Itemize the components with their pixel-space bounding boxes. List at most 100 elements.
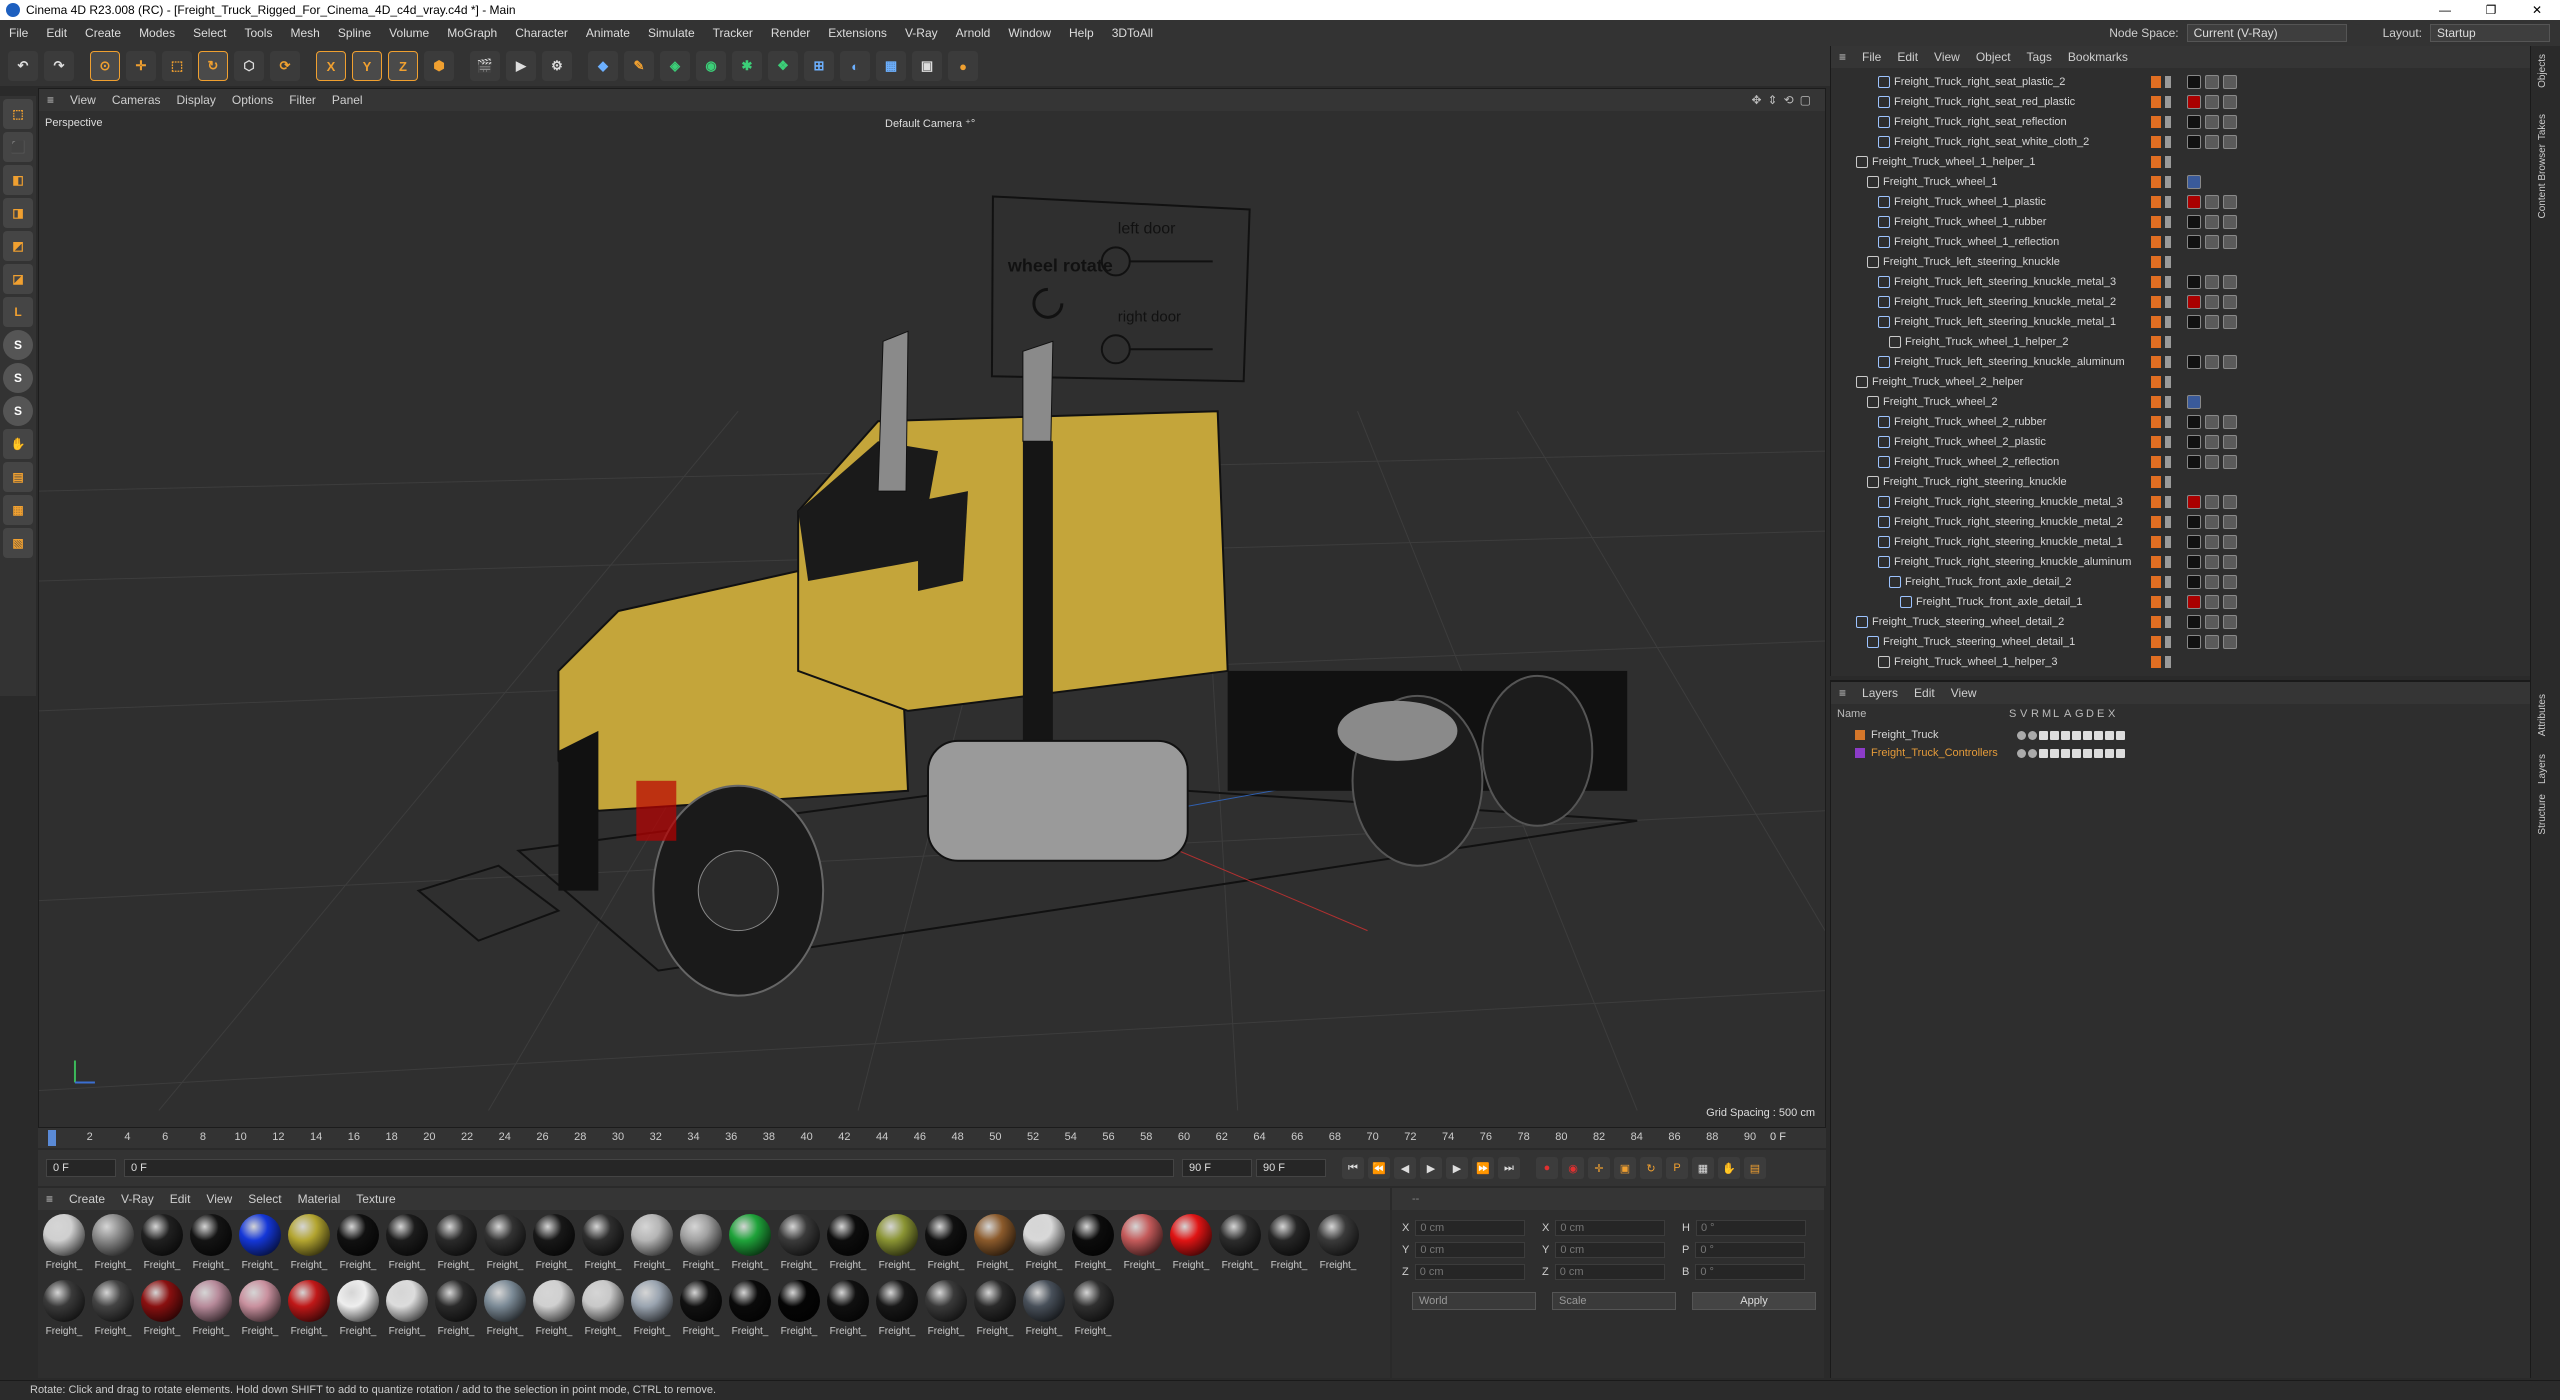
material-swatch[interactable]: Freight_ [679, 1280, 723, 1342]
visibility-dots[interactable] [2165, 656, 2171, 668]
object-row[interactable]: Freight_Truck_wheel_2_rubber [1878, 412, 2046, 432]
material-tag-icon[interactable] [2187, 555, 2201, 569]
toolbar-button-3[interactable]: ⊙ [90, 51, 120, 81]
mode-tool-12[interactable]: ▤ [3, 462, 33, 492]
viewport-menu-display[interactable]: Display [169, 93, 224, 107]
material-tag-icon[interactable] [2205, 235, 2219, 249]
material-swatch[interactable]: Freight_ [1022, 1280, 1066, 1342]
toolbar-button-21[interactable]: ❖ [768, 51, 798, 81]
visibility-dots[interactable] [2165, 596, 2171, 608]
z-size-field[interactable]: 0 cm [1554, 1264, 1665, 1280]
visibility-dots[interactable] [2165, 536, 2171, 548]
material-swatch[interactable]: Freight_ [581, 1280, 625, 1342]
layer-color-flag[interactable] [2151, 456, 2161, 468]
menu-create[interactable]: Create [76, 26, 130, 40]
material-swatch[interactable]: Freight_ [385, 1214, 429, 1276]
material-swatch[interactable]: Freight_ [973, 1280, 1017, 1342]
object-row[interactable]: Freight_Truck_left_steering_knuckle_alum… [1878, 352, 2125, 372]
play-button[interactable]: ▶ [1420, 1157, 1442, 1179]
material-swatch[interactable]: Freight_ [1071, 1280, 1115, 1342]
viewport-menu-options[interactable]: Options [224, 93, 281, 107]
object-menu-tags[interactable]: Tags [2019, 50, 2060, 64]
key-move-button[interactable]: ✛ [1588, 1157, 1610, 1179]
layer-toggle[interactable] [2028, 748, 2037, 758]
material-tag-icon[interactable] [2205, 635, 2219, 649]
visibility-dots[interactable] [2165, 516, 2171, 528]
material-swatch[interactable]: Freight_ [924, 1280, 968, 1342]
motion-button[interactable]: ✋ [1718, 1157, 1740, 1179]
object-row[interactable]: Freight_Truck_wheel_2_plastic [1878, 432, 2046, 452]
material-tag-icon[interactable] [2205, 215, 2219, 229]
toolbar-button-15[interactable]: ⚙ [542, 51, 572, 81]
object-row[interactable]: Freight_Truck_front_axle_detail_1 [1900, 592, 2083, 612]
freight-truck-model[interactable] [557, 330, 1628, 997]
toolbar-button-16[interactable]: ◆ [588, 51, 618, 81]
material-tag-icon[interactable] [2223, 495, 2237, 509]
key-rotate-button[interactable]: ↻ [1640, 1157, 1662, 1179]
mode-tool-6[interactable]: ◪ [3, 264, 33, 294]
layer-color-flag[interactable] [2151, 216, 2161, 228]
apply-button[interactable]: Apply [1692, 1292, 1816, 1310]
object-row[interactable]: Freight_Truck_right_steering_knuckle_met… [1878, 512, 2123, 532]
material-swatch[interactable]: Freight_ [385, 1280, 429, 1342]
layer-color-flag[interactable] [2151, 616, 2161, 628]
visibility-dots[interactable] [2165, 296, 2171, 308]
object-menu-object[interactable]: Object [1968, 50, 2019, 64]
menu-render[interactable]: Render [762, 26, 819, 40]
object-row[interactable]: Freight_Truck_wheel_1_helper_3 [1878, 652, 2057, 672]
layer-toggle[interactable] [2061, 730, 2070, 740]
material-tag-icon[interactable] [2205, 435, 2219, 449]
visibility-dots[interactable] [2165, 496, 2171, 508]
visibility-dots[interactable] [2165, 136, 2171, 148]
material-tag-icon[interactable] [2223, 435, 2237, 449]
mode-tool-2[interactable]: ⬛ [3, 132, 33, 162]
toolbar-button-2[interactable]: ↷ [44, 51, 74, 81]
material-tag-icon[interactable] [2187, 315, 2201, 329]
object-row[interactable]: Freight_Truck_left_steering_knuckle_meta… [1878, 312, 2116, 332]
material-tag-icon[interactable] [2223, 575, 2237, 589]
material-swatch[interactable]: Freight_ [140, 1280, 184, 1342]
material-tag-icon[interactable] [2187, 615, 2201, 629]
layer-toggle[interactable] [2017, 730, 2026, 740]
mode-tool-14[interactable]: ▧ [3, 528, 33, 558]
menu-3dtoall[interactable]: 3DToAll [1103, 26, 1162, 40]
material-swatch[interactable]: Freight_ [42, 1280, 86, 1342]
toolbar-button-13[interactable]: 🎬 [470, 51, 500, 81]
material-tag-icon[interactable] [2205, 95, 2219, 109]
side-tab-layers[interactable]: Layers [2537, 754, 2548, 784]
material-tag-icon[interactable] [2205, 515, 2219, 529]
p-rotation-field[interactable]: 0 ° [1695, 1242, 1806, 1258]
object-row[interactable]: Freight_Truck_wheel_2 [1867, 392, 1998, 412]
object-menu-edit[interactable]: Edit [1889, 50, 1926, 64]
next-frame-button[interactable]: ▶ [1446, 1157, 1468, 1179]
material-tag-icon[interactable] [2187, 455, 2201, 469]
key-scale-button[interactable]: ▣ [1614, 1157, 1636, 1179]
material-swatch[interactable]: Freight_ [483, 1214, 527, 1276]
material-swatch[interactable]: Freight_ [875, 1214, 919, 1276]
layer-color-flag[interactable] [2151, 556, 2161, 568]
menu-volume[interactable]: Volume [380, 26, 438, 40]
material-menu-edit[interactable]: Edit [162, 1192, 199, 1206]
layer-color-swatch[interactable] [1855, 730, 1865, 740]
material-tag-icon[interactable] [2223, 135, 2237, 149]
object-row[interactable]: Freight_Truck_right_seat_white_cloth_2 [1878, 132, 2089, 152]
material-swatch[interactable]: Freight_ [777, 1280, 821, 1342]
material-tag-icon[interactable] [2223, 635, 2237, 649]
toolbar-button-25[interactable]: ▣ [912, 51, 942, 81]
material-swatch[interactable]: Freight_ [728, 1280, 772, 1342]
layer-color-flag[interactable] [2151, 576, 2161, 588]
menu-help[interactable]: Help [1060, 26, 1103, 40]
visibility-dots[interactable] [2165, 416, 2171, 428]
object-row[interactable]: Freight_Truck_steering_wheel_detail_2 [1856, 612, 2064, 632]
menu-tracker[interactable]: Tracker [704, 26, 762, 40]
menu-v-ray[interactable]: V-Ray [896, 26, 947, 40]
material-swatch[interactable]: Freight_ [1120, 1214, 1164, 1276]
material-swatch[interactable]: Freight_ [679, 1214, 723, 1276]
x-size-field[interactable]: 0 cm [1555, 1220, 1666, 1236]
material-tag-icon[interactable] [2223, 95, 2237, 109]
current-frame-slider[interactable]: 0 F [124, 1159, 1174, 1177]
material-tag-icon[interactable] [2187, 515, 2201, 529]
mode-tool-9[interactable]: S [3, 363, 33, 393]
menu-select[interactable]: Select [184, 26, 235, 40]
material-swatch[interactable]: Freight_ [91, 1280, 135, 1342]
